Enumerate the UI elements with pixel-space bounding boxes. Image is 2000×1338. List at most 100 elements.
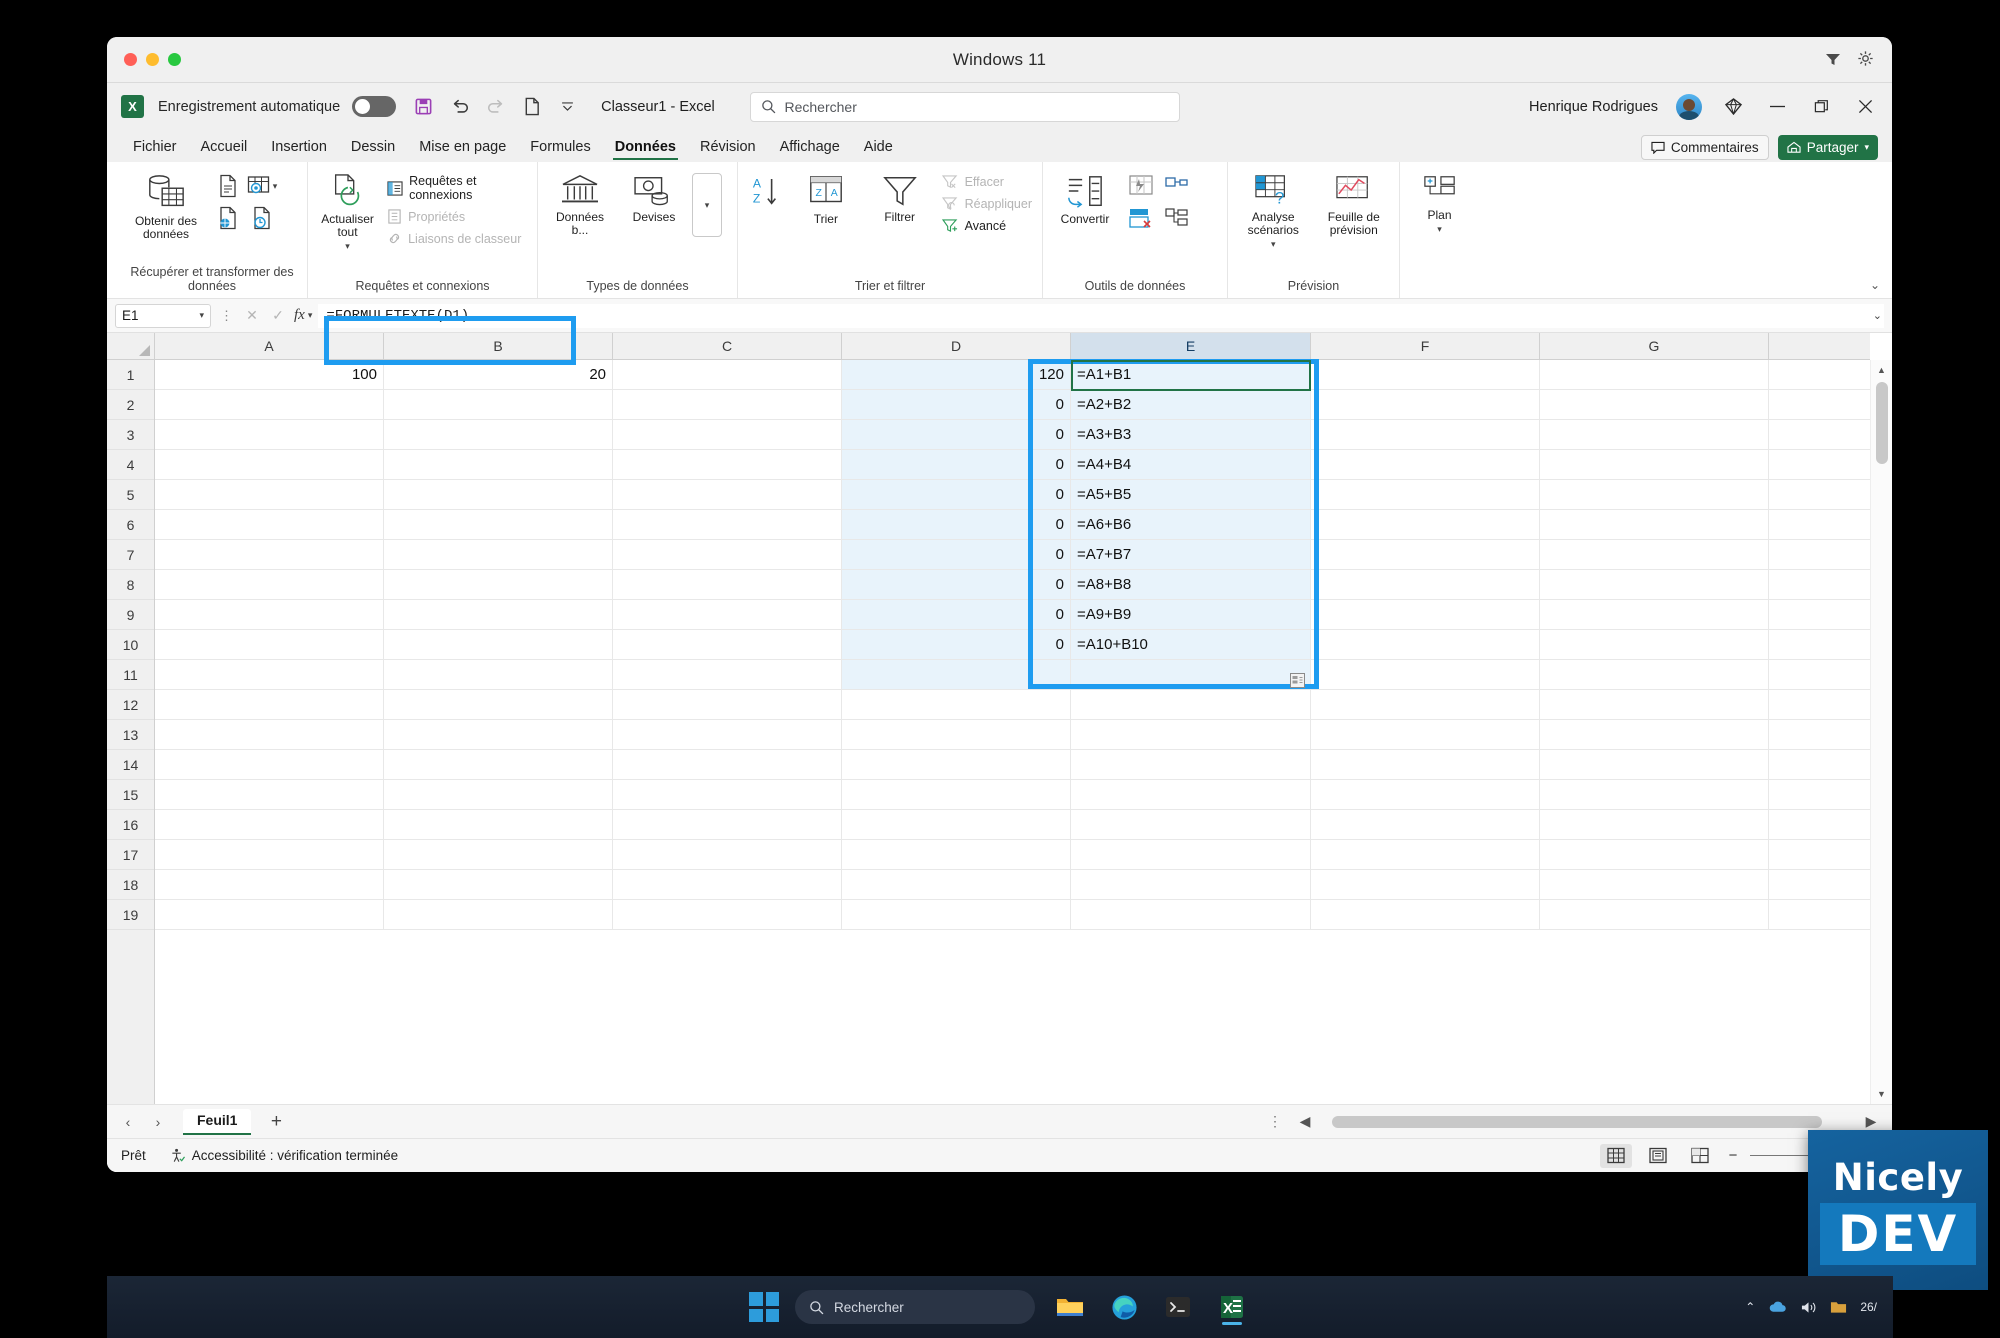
cell-C16[interactable] [613, 810, 842, 839]
cell-B5[interactable] [384, 480, 613, 509]
get-data-button[interactable]: Obtenir des données [123, 170, 209, 244]
comments-button[interactable]: Commentaires [1640, 135, 1769, 160]
tab-aide[interactable]: Aide [852, 136, 905, 162]
cell-B16[interactable] [384, 810, 613, 839]
taskbar-date[interactable]: 26/ [1860, 1300, 1877, 1314]
excel-icon[interactable]: X [1213, 1288, 1251, 1326]
fx-chevron-down-icon[interactable]: ▾ [308, 310, 313, 321]
row-header-1[interactable]: 1 [107, 360, 154, 390]
cell-G13[interactable] [1540, 720, 1769, 749]
hscroll-left-button[interactable]: ◀ [1292, 1110, 1318, 1134]
next-sheet-icon[interactable]: › [145, 1110, 171, 1134]
cell-D14[interactable] [842, 750, 1071, 779]
queries-connections-row[interactable]: Requêtes et connexions [383, 172, 531, 204]
forecast-sheet-button[interactable]: Feuille de prévision [1315, 170, 1394, 240]
cell-B14[interactable] [384, 750, 613, 779]
cell-F14[interactable] [1311, 750, 1540, 779]
tab-mise-en-page[interactable]: Mise en page [407, 136, 518, 162]
cell-D8[interactable]: 0 [842, 570, 1071, 599]
cell-B6[interactable] [384, 510, 613, 539]
refresh-all-chevron-down-icon[interactable]: ▾ [345, 241, 350, 252]
cell-D18[interactable] [842, 870, 1071, 899]
row-header-12[interactable]: 12 [107, 690, 154, 720]
cell-B18[interactable] [384, 870, 613, 899]
cell-D2[interactable]: 0 [842, 390, 1071, 419]
cell-D1[interactable]: 120 [842, 360, 1071, 389]
cell-C8[interactable] [613, 570, 842, 599]
cell-G2[interactable] [1540, 390, 1769, 419]
tab-accueil[interactable]: Accueil [189, 136, 260, 162]
cell-G4[interactable] [1540, 450, 1769, 479]
column-header-F[interactable]: F [1311, 333, 1540, 359]
name-box-chevron-down-icon[interactable]: ▾ [199, 310, 204, 321]
prev-sheet-icon[interactable]: ‹ [115, 1110, 141, 1134]
name-box[interactable]: E1 ▾ [115, 303, 211, 328]
collapse-ribbon-chevron-icon[interactable]: ⌄ [1870, 278, 1880, 292]
cell-B15[interactable] [384, 780, 613, 809]
new-document-icon[interactable] [520, 95, 543, 118]
cell-G6[interactable] [1540, 510, 1769, 539]
expand-formula-bar-chevron-icon[interactable]: ⌄ [1873, 309, 1882, 322]
flash-fill-icon[interactable] [1123, 170, 1159, 202]
cell-F15[interactable] [1311, 780, 1540, 809]
cell-E17[interactable] [1071, 840, 1311, 869]
gear-icon[interactable] [1857, 50, 1874, 67]
cell-G5[interactable] [1540, 480, 1769, 509]
cell-A18[interactable] [155, 870, 384, 899]
filter-icon[interactable] [1825, 52, 1841, 66]
cell-A1[interactable]: 100 [155, 360, 384, 389]
cell-F9[interactable] [1311, 600, 1540, 629]
cell-A7[interactable] [155, 540, 384, 569]
cell-G17[interactable] [1540, 840, 1769, 869]
from-text-icon[interactable] [211, 170, 245, 202]
cell-A15[interactable] [155, 780, 384, 809]
cell-F6[interactable] [1311, 510, 1540, 539]
what-if-chevron-down-icon[interactable]: ▾ [1271, 239, 1276, 250]
cell-E6[interactable]: =A6+B6 [1071, 510, 1311, 539]
cell-B3[interactable] [384, 420, 613, 449]
cell-D9[interactable]: 0 [842, 600, 1071, 629]
cell-D17[interactable] [842, 840, 1071, 869]
cell-G18[interactable] [1540, 870, 1769, 899]
tab-insertion[interactable]: Insertion [259, 136, 339, 162]
cell-C4[interactable] [613, 450, 842, 479]
horizontal-scrollbar[interactable] [1318, 1115, 1858, 1128]
cell-C1[interactable] [613, 360, 842, 389]
cell-G10[interactable] [1540, 630, 1769, 659]
cell-B4[interactable] [384, 450, 613, 479]
share-chevron-down-icon[interactable]: ▾ [1864, 142, 1869, 153]
cell-C19[interactable] [613, 900, 842, 929]
scroll-up-button[interactable]: ▲ [1871, 360, 1892, 380]
refresh-all-button[interactable]: Actualiser tout ▾ [314, 170, 381, 255]
column-header-B[interactable]: B [384, 333, 613, 359]
restore-button[interactable] [1808, 94, 1834, 120]
cell-D19[interactable] [842, 900, 1071, 929]
cell-D3[interactable]: 0 [842, 420, 1071, 449]
relationships-icon[interactable] [1159, 170, 1195, 202]
row-header-17[interactable]: 17 [107, 840, 154, 870]
cell-B11[interactable] [384, 660, 613, 689]
cell-G8[interactable] [1540, 570, 1769, 599]
windows-start-icon[interactable] [749, 1292, 779, 1322]
filter-button[interactable]: Filtrer [864, 170, 936, 227]
cell-F1[interactable] [1311, 360, 1540, 389]
tab-revision[interactable]: Révision [688, 136, 768, 162]
cell-E15[interactable] [1071, 780, 1311, 809]
cell-B7[interactable] [384, 540, 613, 569]
sort-za-button[interactable]: ZA Trier [790, 170, 862, 229]
cell-A19[interactable] [155, 900, 384, 929]
cell-F16[interactable] [1311, 810, 1540, 839]
zoom-out-button[interactable]: − [1726, 1147, 1740, 1164]
sheet-tab-feuil1[interactable]: Feuil1 [183, 1108, 252, 1135]
tab-affichage[interactable]: Affichage [768, 136, 852, 162]
close-button[interactable] [1852, 94, 1878, 120]
autosave-toggle[interactable] [352, 96, 397, 117]
text-to-columns-button[interactable]: Convertir [1049, 170, 1121, 229]
cell-E3[interactable]: =A3+B3 [1071, 420, 1311, 449]
cell-G3[interactable] [1540, 420, 1769, 449]
terminal-icon[interactable] [1159, 1288, 1197, 1326]
cell-E7[interactable]: =A7+B7 [1071, 540, 1311, 569]
customize-qat-chevron-icon[interactable] [556, 95, 579, 118]
cell-F13[interactable] [1311, 720, 1540, 749]
cell-D6[interactable]: 0 [842, 510, 1071, 539]
